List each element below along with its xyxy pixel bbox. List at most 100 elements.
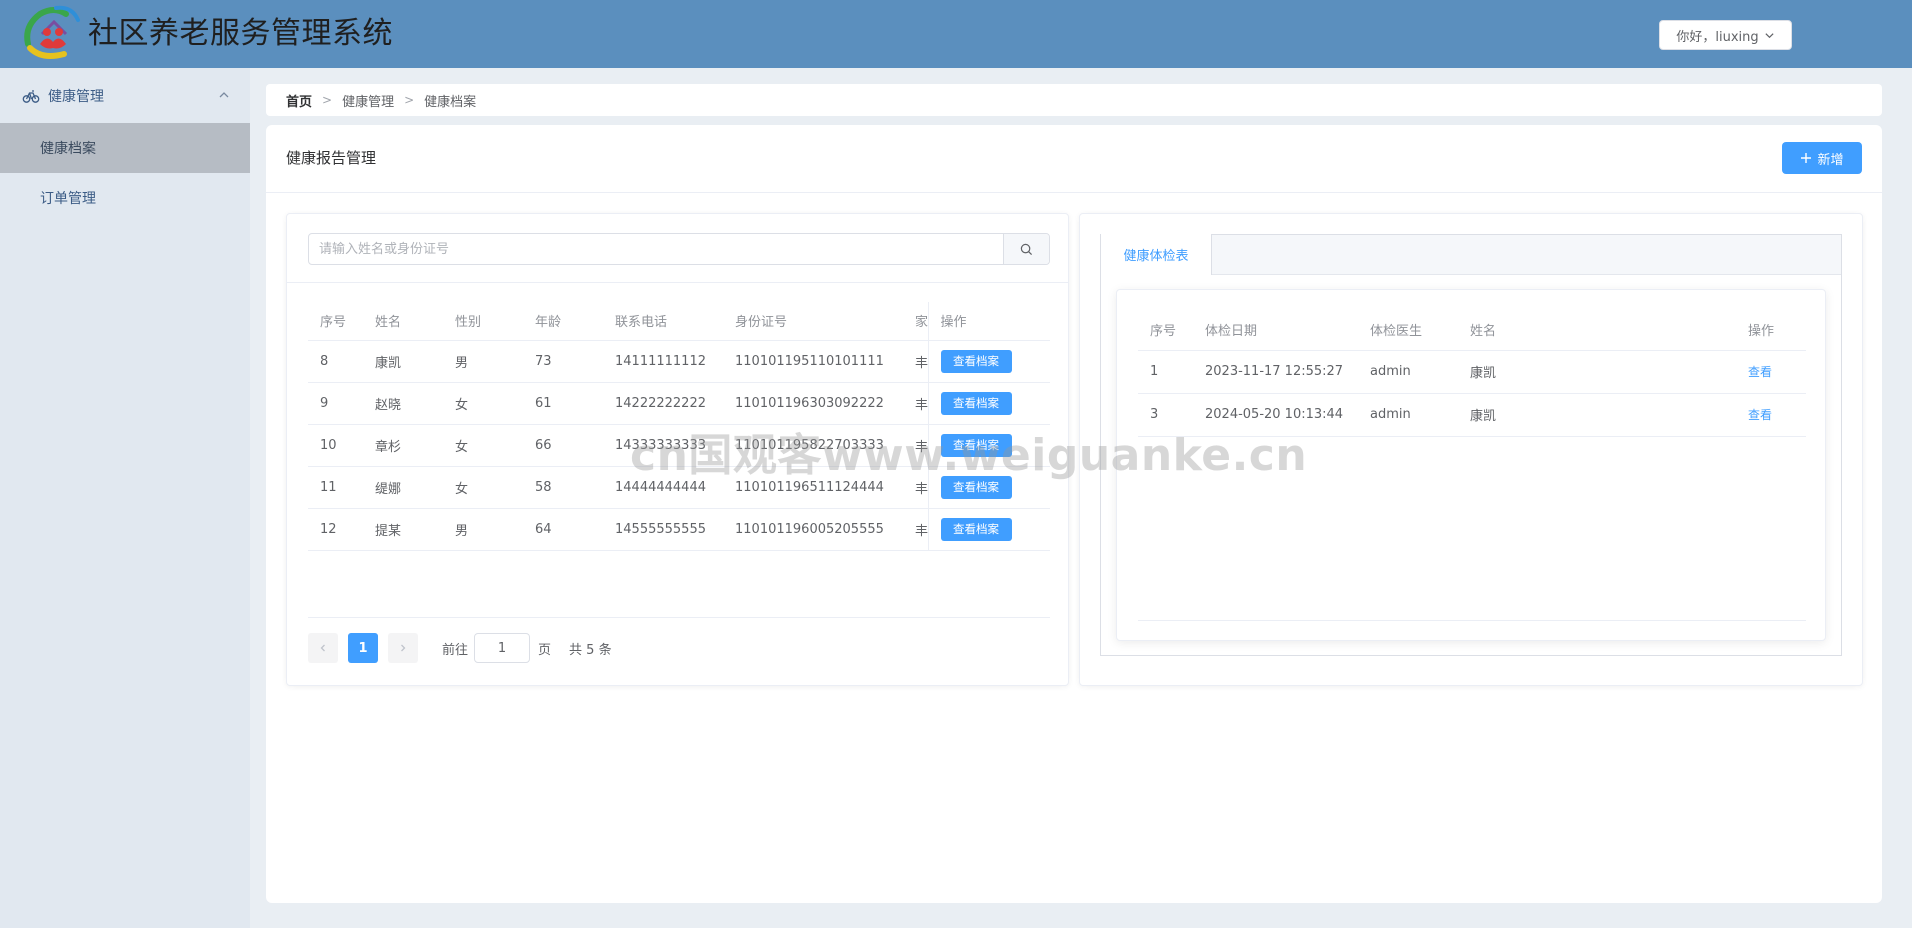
chevron-up-icon: [219, 92, 229, 98]
cell-action: 查看档案: [927, 340, 1050, 383]
page-label: 页: [538, 642, 552, 658]
bicycle-icon: [22, 89, 40, 103]
cell-id: 1: [1138, 350, 1193, 394]
elder-list-panel: 序号 姓名 性别 年龄 联系电话 身份证号 家 操作 8 康凯 男 73 141…: [286, 213, 1069, 686]
cell-gender: 男: [443, 340, 523, 383]
view-record-button[interactable]: 查看档案: [940, 391, 1012, 415]
elder-table: 序号 姓名 性别 年龄 联系电话 身份证号 家 操作 8 康凯 男 73 141…: [308, 302, 1050, 551]
table-row: 9 赵晓 女 61 14222222222 110101196303092222…: [308, 382, 1050, 425]
column-header: 年龄: [523, 302, 603, 341]
cell-action: 查看档案: [927, 424, 1050, 467]
chevron-left-icon: [320, 644, 325, 652]
user-greeting: 你好，liuxing: [1676, 29, 1759, 45]
sidebar-item-label: 健康档案: [40, 141, 96, 157]
view-record-button[interactable]: 查看档案: [940, 517, 1012, 541]
add-button[interactable]: 新增: [1782, 142, 1862, 174]
view-record-button[interactable]: 查看档案: [940, 433, 1012, 457]
cell-id-card: 110101195822703333: [723, 424, 903, 467]
tabs-header: 健康体检表: [1100, 234, 1841, 275]
column-header: 体检日期: [1193, 310, 1358, 351]
cell-extra: 丰: [903, 382, 928, 425]
table-row: 12 提某 男 64 14555555555 11010119600520555…: [308, 508, 1050, 551]
tab-health-exam[interactable]: 健康体检表: [1100, 234, 1212, 275]
breadcrumb: 首页 > 健康管理 > 健康档案: [266, 84, 1882, 116]
view-record-button[interactable]: 查看档案: [940, 349, 1012, 373]
goto-label: 前往: [442, 642, 469, 658]
goto-page-input[interactable]: [474, 633, 531, 663]
search-input[interactable]: [309, 234, 1003, 264]
page-title: 健康报告管理: [286, 149, 377, 167]
sidebar-item-order-management[interactable]: 订单管理: [0, 173, 250, 223]
chevron-right-icon: [401, 644, 406, 652]
cell-name: 提某: [363, 508, 443, 551]
user-dropdown[interactable]: 你好，liuxing: [1659, 20, 1792, 50]
cell-name: 康凯: [363, 340, 443, 383]
column-header: 家: [903, 302, 928, 341]
view-link[interactable]: 查看: [1748, 408, 1772, 422]
cell-action: 查看: [1736, 393, 1806, 437]
chevron-down-icon: [1765, 32, 1774, 38]
cell-extra: 丰: [903, 424, 928, 467]
next-page-button[interactable]: [388, 633, 418, 663]
breadcrumb-current: 健康档案: [424, 94, 477, 110]
card-header: 健康报告管理 新增: [266, 125, 1882, 193]
cell-phone: 14222222222: [603, 382, 723, 425]
cell-id: 12: [308, 508, 363, 551]
cell-doctor: admin: [1358, 393, 1458, 437]
cell-phone: 14444444444: [603, 466, 723, 509]
search-box: [308, 233, 1050, 265]
divider: [308, 617, 1050, 618]
page-number-button[interactable]: 1: [348, 633, 378, 663]
cell-id-card: 110101195110101111: [723, 340, 903, 383]
view-record-button[interactable]: 查看档案: [940, 475, 1012, 499]
sidebar-group-label: 健康管理: [48, 88, 104, 105]
cell-action: 查看档案: [927, 466, 1050, 509]
cell-id: 11: [308, 466, 363, 509]
table-header-row: 序号 姓名 性别 年龄 联系电话 身份证号 家 操作: [308, 302, 1050, 341]
breadcrumb-home[interactable]: 首页: [286, 91, 312, 110]
sidebar-item-health-records[interactable]: 健康档案: [0, 123, 250, 173]
app-logo: [24, 5, 80, 59]
cell-id: 9: [308, 382, 363, 425]
cell-phone: 14333333333: [603, 424, 723, 467]
table-row: 1 2023-11-17 12:55:27 admin 康凯 查看: [1138, 350, 1806, 394]
sidebar: 健康管理 健康档案 订单管理: [0, 68, 250, 928]
table-header-row: 序号 体检日期 体检医生 姓名 操作: [1138, 310, 1806, 351]
column-header: 姓名: [1458, 310, 1736, 351]
cell-name: 缇娜: [363, 466, 443, 509]
view-link[interactable]: 查看: [1748, 365, 1772, 379]
cell-name: 章杉: [363, 424, 443, 467]
column-header: 身份证号: [723, 302, 903, 341]
prev-page-button[interactable]: [308, 633, 338, 663]
exam-records-panel: 健康体检表 序号 体检日期 体检医生 姓名 操作 1 2023-11-17 12…: [1079, 213, 1863, 686]
cell-age: 61: [523, 382, 603, 425]
cell-id: 8: [308, 340, 363, 383]
cell-gender: 女: [443, 424, 523, 467]
column-header: 体检医生: [1358, 310, 1458, 351]
table-row: 11 缇娜 女 58 14444444444 11010119651112444…: [308, 466, 1050, 509]
cell-name: 康凯: [1458, 350, 1736, 394]
search-icon: [1020, 243, 1033, 255]
tabs-container: 健康体检表 序号 体检日期 体检医生 姓名 操作 1 2023-11-17 12…: [1100, 234, 1842, 656]
cell-age: 66: [523, 424, 603, 467]
total-count: 共 5 条: [569, 642, 612, 658]
cell-name: 康凯: [1458, 393, 1736, 437]
cell-gender: 女: [443, 382, 523, 425]
sidebar-group-health[interactable]: 健康管理: [0, 68, 250, 123]
column-header: 操作: [1736, 310, 1806, 351]
app-title: 社区养老服务管理系统: [88, 16, 393, 51]
cell-date: 2024-05-20 10:13:44: [1193, 393, 1358, 437]
cell-id: 3: [1138, 393, 1193, 437]
exam-table: 序号 体检日期 体检医生 姓名 操作 1 2023-11-17 12:55:27…: [1138, 310, 1806, 437]
cell-extra: 丰: [903, 340, 928, 383]
cell-extra: 丰: [903, 508, 928, 551]
column-header: 操作: [927, 302, 1050, 341]
add-button-label: 新增: [1817, 152, 1844, 168]
table-row: 3 2024-05-20 10:13:44 admin 康凯 查看: [1138, 393, 1806, 437]
breadcrumb-health[interactable]: 健康管理: [342, 91, 394, 110]
column-header: 序号: [308, 302, 363, 341]
cell-extra: 丰: [903, 466, 928, 509]
cell-id-card: 110101196005205555: [723, 508, 903, 551]
search-button[interactable]: [1003, 234, 1049, 264]
plus-icon: [1801, 153, 1812, 163]
